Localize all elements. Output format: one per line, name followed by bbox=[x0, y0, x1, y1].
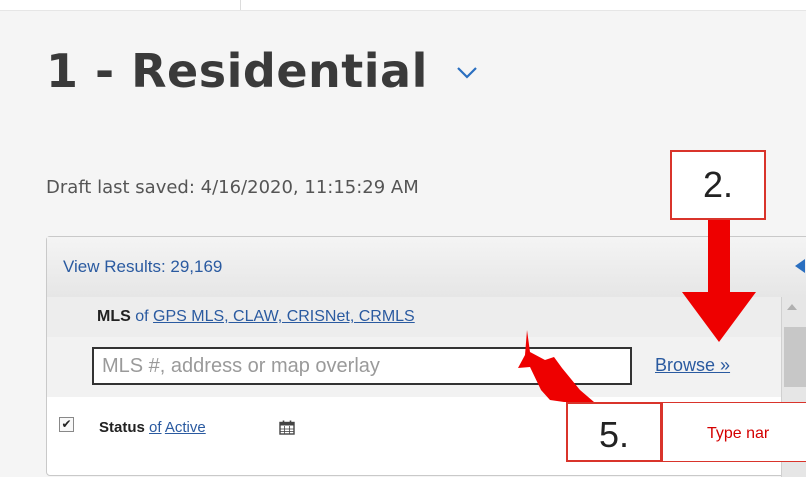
page-title: 1 - Residential bbox=[46, 44, 428, 98]
mls-search-input[interactable] bbox=[92, 347, 632, 385]
top-bar-divider bbox=[240, 0, 241, 10]
view-results-link[interactable]: View Results: 29,169 bbox=[63, 257, 222, 277]
checkmark-icon: ✔ bbox=[61, 417, 72, 431]
status-value-link[interactable]: Active bbox=[165, 419, 206, 436]
status-filter-label: Status of Active bbox=[99, 419, 206, 436]
triangle-left-icon[interactable] bbox=[795, 259, 805, 273]
mls-label: MLS bbox=[97, 308, 131, 325]
scroll-up-icon[interactable] bbox=[782, 301, 802, 313]
status-checkbox[interactable]: ✔ bbox=[59, 417, 74, 432]
draft-saved-text: Draft last saved: 4/16/2020, 11:15:29 AM bbox=[46, 177, 419, 198]
step-2-callout: 2. bbox=[670, 150, 766, 220]
mls-sources-link[interactable]: GPS MLS, CLAW, CRISNet, CRMLS bbox=[153, 308, 415, 325]
step-5-callout: 5. bbox=[566, 402, 662, 462]
scrollbar-thumb[interactable] bbox=[784, 327, 806, 387]
browse-link[interactable]: Browse » bbox=[655, 355, 730, 376]
status-of-text: of bbox=[149, 419, 162, 436]
panel-header: View Results: 29,169 bbox=[47, 237, 806, 298]
mls-of-text: of bbox=[135, 308, 149, 325]
calendar-icon[interactable] bbox=[279, 420, 295, 435]
chevron-down-icon[interactable] bbox=[456, 66, 478, 80]
mls-sources-label: MLS of GPS MLS, CLAW, CRISNet, CRMLS bbox=[97, 308, 415, 326]
top-bar bbox=[0, 0, 806, 11]
search-row: Browse » bbox=[47, 337, 781, 397]
mls-sources-row: MLS of GPS MLS, CLAW, CRISNet, CRMLS bbox=[47, 297, 781, 337]
type-note-callout: Type nar bbox=[662, 402, 806, 462]
status-label: Status bbox=[99, 419, 145, 436]
